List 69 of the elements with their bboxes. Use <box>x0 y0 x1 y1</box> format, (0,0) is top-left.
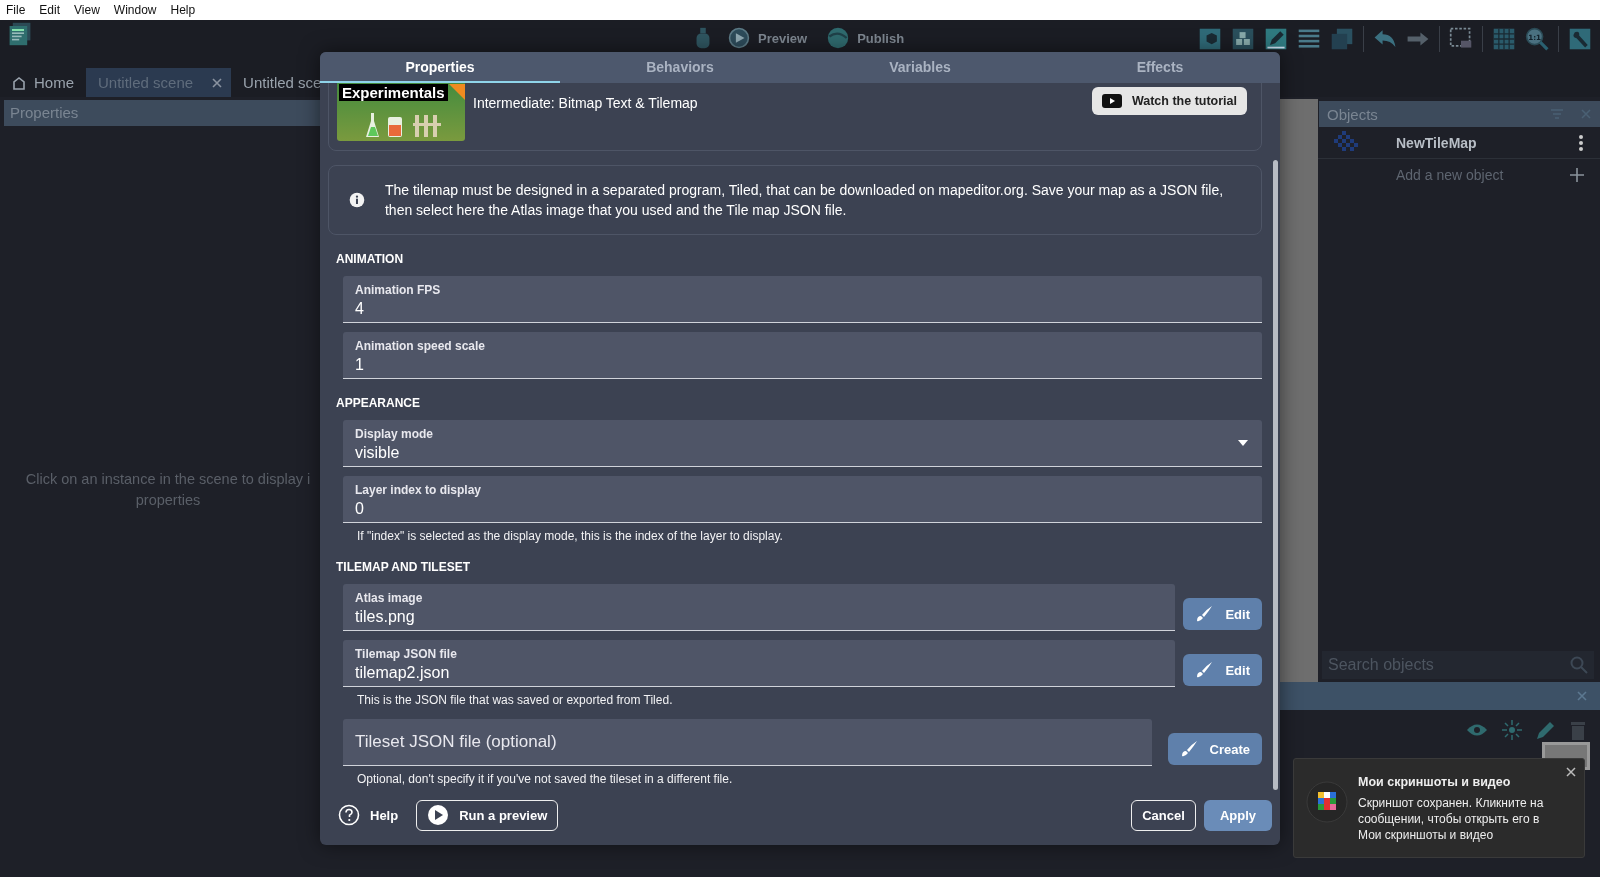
help-button[interactable]: Help <box>332 803 405 827</box>
panel-title: Objects <box>1327 105 1379 123</box>
play-icon <box>1101 94 1122 108</box>
menu-item[interactable]: Edit <box>39 3 61 17</box>
grid-icon[interactable] <box>1492 27 1516 51</box>
brush-icon <box>1195 605 1214 623</box>
editor-tab[interactable]: Home <box>0 68 86 97</box>
info-text: The tilemap must be designed in a separated program, Tiled, that can be downloaded on mapeditor.org. Save your map as a JSON file, then select here the Atlas image that you used and the Tile map JSON file. <box>384 181 1225 220</box>
home-icon <box>12 75 26 90</box>
editor-tab[interactable]: Untitled sce <box>231 68 322 97</box>
menu-item[interactable]: Window <box>113 3 157 17</box>
more-icon[interactable] <box>1578 133 1584 152</box>
helper-text: This is the JSON file that was saved or exported from Tiled. <box>357 693 674 707</box>
publish-button[interactable]: Publish <box>821 27 911 49</box>
dropdown-caret-icon[interactable] <box>1237 440 1249 447</box>
edit-button[interactable]: Edit <box>1183 598 1262 630</box>
run-preview-button[interactable]: Run a preview <box>416 799 559 831</box>
cube-icon[interactable] <box>1198 27 1222 51</box>
layers-icon[interactable] <box>1330 27 1354 51</box>
menu-item[interactable]: View <box>74 3 100 17</box>
play-icon <box>728 27 750 49</box>
corner-icon <box>449 84 465 100</box>
eye-icon[interactable] <box>1466 723 1488 737</box>
close-icon[interactable] <box>1566 767 1576 777</box>
input-field[interactable]: Animation FPS 4 <box>343 276 1262 323</box>
input-field[interactable]: Display mode visible <box>343 420 1262 467</box>
selection-icon[interactable] <box>1449 27 1473 51</box>
input-field[interactable]: Layer index to display 0 <box>343 476 1262 523</box>
section-title: ANIMATION <box>335 252 405 266</box>
globe-icon <box>827 27 850 49</box>
search-icon[interactable] <box>1570 656 1588 674</box>
wrench-icon[interactable] <box>1568 27 1592 51</box>
app-logo-icon[interactable] <box>8 22 32 46</box>
object-name: NewTileMap <box>1396 134 1478 151</box>
menu-item[interactable]: Help <box>170 3 196 17</box>
brush-icon <box>1179 740 1198 758</box>
extension-title: Intermediate: Bitmap Text & Tilemap <box>473 95 699 111</box>
empty-message: Click on an instance in the scene to display i properties <box>24 470 312 510</box>
preview-button[interactable]: Preview <box>722 27 814 49</box>
edit-button[interactable]: Create <box>1167 733 1262 765</box>
helper-text: Optional, don't specify it if you've not saved the tileset in a different file. <box>357 772 734 786</box>
play-icon <box>427 804 450 826</box>
input-field[interactable]: Tileset JSON file (optional) <box>343 719 1152 766</box>
cubes-icon[interactable] <box>1231 27 1255 51</box>
menu-item[interactable]: File <box>6 3 26 17</box>
input-field[interactable]: Atlas image tiles.png <box>343 584 1176 631</box>
help-icon <box>338 804 360 826</box>
edit-icon[interactable] <box>1264 27 1288 51</box>
section-title: APPEARANCE <box>335 396 421 410</box>
input-field[interactable]: Animation speed scale 1 <box>343 332 1262 379</box>
pencil-icon[interactable] <box>1536 720 1556 740</box>
notification-text: Скриншот сохранен. Кликните на сообщении, чтобы открыть его в Мои скриншоты и видео <box>1358 795 1545 843</box>
cube-icon <box>1306 781 1348 823</box>
helper-text: If "index" is selected as the display mode, this is the index of the layer to display. <box>357 529 784 543</box>
trash-icon[interactable] <box>1570 720 1586 740</box>
list-icon[interactable] <box>1297 27 1321 51</box>
brush-icon <box>1195 661 1214 679</box>
object-row[interactable]: NewTileMap <box>1318 127 1600 159</box>
close-icon[interactable] <box>211 76 224 89</box>
edit-button[interactable]: Edit <box>1183 654 1262 686</box>
extension-badge: Experimentals <box>339 84 448 101</box>
notification-toast[interactable]: Мои скриншоты и видео Скриншот сохранен. Кликните на сообщении, чтобы открыть его в Мои скриншоты и видео <box>1293 758 1585 858</box>
crosshair-icon[interactable] <box>1502 720 1522 740</box>
section-title: TILEMAP AND TILESET <box>335 560 471 574</box>
tutorial-button[interactable]: Watch the tutorial <box>1091 87 1247 115</box>
input-field[interactable]: Tilemap JSON file tilemap2.json <box>343 640 1176 687</box>
notification-title: Мои скриншоты и видео <box>1358 775 1512 789</box>
cancel-button[interactable]: Cancel <box>1131 799 1196 831</box>
plus-icon[interactable] <box>1570 167 1584 182</box>
